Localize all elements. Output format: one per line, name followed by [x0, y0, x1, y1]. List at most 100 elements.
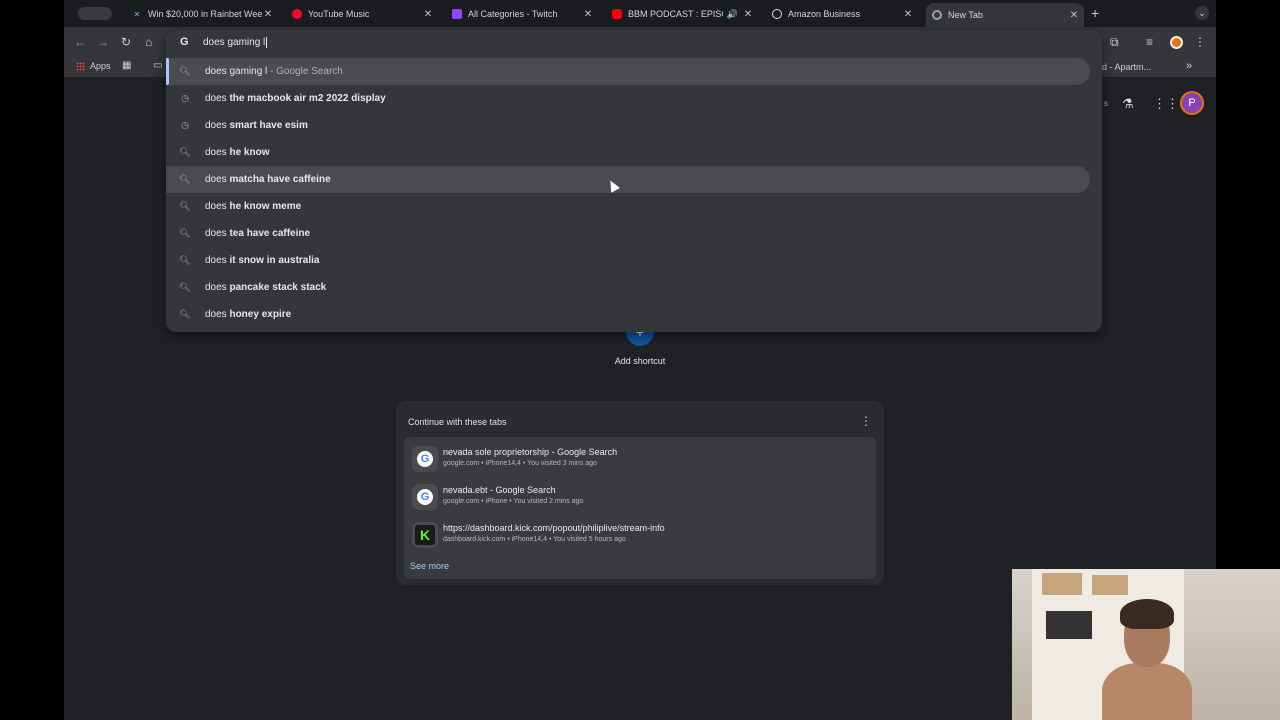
suggestion-completion: he know [229, 147, 270, 158]
forward-arrow-icon[interactable]: → [97, 35, 109, 49]
media-controls-icon[interactable]: ≡ [1146, 35, 1153, 49]
audio-playing-icon[interactable]: 🔊 [727, 9, 738, 20]
list-item-meta: dashboard.kick.com • iPhone14,4 • You vi… [443, 536, 626, 543]
search-icon: 🔍︎ [179, 147, 191, 157]
reload-icon[interactable]: ↻ [121, 35, 131, 49]
search-icon: 🔍︎ [179, 66, 191, 76]
bookmark-apps-label: Apps [90, 61, 111, 71]
apps-grid-icon [76, 61, 85, 71]
omnibox-input[interactable]: G does gaming l [166, 30, 1102, 56]
menu-kebab-icon[interactable]: ⋮ [1194, 35, 1206, 49]
bookmarks-overflow-icon[interactable]: » [1186, 60, 1192, 72]
suggestion-completion: tea have caffeine [229, 228, 311, 239]
suggestion-list: 🔍︎ does gaming l - Google Search ◷ does … [166, 58, 1102, 328]
suggestion-prefix: does [205, 309, 230, 320]
suggestion-completion: it snow in australia [229, 255, 320, 266]
omnibox-value: does gaming l [203, 37, 266, 49]
profile-icon[interactable] [1170, 36, 1183, 49]
suggestion-item[interactable]: 🔍︎ does it snow in australia [166, 247, 1102, 274]
list-item[interactable]: G nevada.ebt - Google Search google.com … [404, 479, 876, 517]
suggestion-item[interactable]: 🔍︎ does gaming l - Google Search [166, 58, 1090, 85]
search-icon: 🔍︎ [179, 228, 191, 238]
tab-title: Win $20,000 in Rainbet Week [148, 9, 262, 19]
tab-new-tab[interactable]: New Tab ✕ [926, 3, 1084, 27]
tab-rainbet[interactable]: ✕ Win $20,000 in Rainbet Week ✕ [126, 3, 278, 25]
kick-icon: K [415, 525, 435, 545]
suggestion-item[interactable]: ◷ does smart have esim [166, 112, 1102, 139]
favicon: G [412, 446, 438, 472]
chrome-icon [932, 10, 942, 20]
extensions-puzzle-icon[interactable]: ⧉ [1110, 35, 1119, 50]
list-item[interactable]: K https://dashboard.kick.com/popout/phil… [404, 517, 876, 555]
tab-bbm-podcast[interactable]: BBM PODCAST : EPISODE 🔊 ✕ [606, 3, 758, 25]
close-tab-icon[interactable]: ✕ [262, 9, 274, 20]
list-item-title: nevada sole proprietorship - Google Sear… [443, 447, 618, 457]
card-title: Continue with these tabs [408, 417, 507, 427]
search-icon: 🔍︎ [179, 174, 191, 184]
back-arrow-icon[interactable]: ← [74, 35, 86, 49]
favicon: K [412, 522, 438, 548]
webcam-person [1102, 597, 1192, 720]
home-icon[interactable]: ⌂ [145, 35, 152, 49]
avatar-letter: P [1188, 96, 1196, 109]
suggestion-item[interactable]: 🔍︎ does pancake stack stack [166, 274, 1102, 301]
suggestion-item[interactable]: 🔍︎ does matcha have caffeine [166, 166, 1090, 193]
suggestion-completion: the macbook air m2 2022 display [229, 93, 386, 104]
suggestion-completion: smart have esim [229, 120, 308, 131]
suggestion-prefix: does [205, 282, 230, 293]
tab-strip: ✕ Win $20,000 in Rainbet Week ✕ YouTube … [64, 0, 1216, 27]
suggestion-item[interactable]: ◷ does the macbook air m2 2022 display [166, 85, 1102, 112]
text-caret [266, 37, 268, 48]
suggestion-completion: matcha have caffeine [229, 174, 331, 185]
close-tab-icon[interactable]: ✕ [742, 9, 754, 20]
labs-flask-icon[interactable]: ⚗ [1122, 96, 1134, 112]
close-tab-icon[interactable]: ✕ [1068, 10, 1080, 21]
suggestion-item[interactable]: 🔍︎ does he know meme [166, 193, 1102, 220]
tab-title: Amazon Business [788, 9, 861, 19]
suggestion-prefix: does [205, 174, 230, 185]
suggestion-prefix: does [205, 255, 230, 266]
add-shortcut-label: Add shortcut [614, 356, 666, 366]
list-item-title: https://dashboard.kick.com/popout/philip… [443, 523, 665, 533]
suggestion-text: does gaming l [205, 66, 268, 77]
see-more-link[interactable]: See more [410, 561, 449, 571]
suggestion-item[interactable]: 🔍︎ does honey expire [166, 301, 1102, 328]
suggestion-item[interactable]: 🔍︎ does tea have caffeine [166, 220, 1102, 247]
tab-title: All Categories - Twitch [468, 9, 558, 19]
bookmark-apps[interactable]: Apps [76, 61, 111, 71]
google-icon: G [417, 489, 433, 505]
close-tab-icon[interactable]: ✕ [422, 9, 434, 20]
account-avatar[interactable]: P [1180, 91, 1204, 115]
tab-title: YouTube Music [308, 9, 370, 19]
suggestion-completion: honey expire [229, 309, 292, 320]
omnibox-text[interactable]: does gaming l [203, 37, 268, 49]
list-item-meta: google.com • iPhone • You visited 2 mins… [443, 498, 584, 505]
list-item-title: nevada.ebt - Google Search [443, 485, 556, 495]
tab-groups-icon[interactable]: ▦ [122, 60, 131, 71]
suggestion-suffix: - Google Search [267, 66, 343, 77]
tab-twitch[interactable]: All Categories - Twitch ✕ [446, 3, 598, 25]
close-tab-icon[interactable]: ✕ [582, 9, 594, 20]
suggestion-item[interactable]: 🔍︎ does he know [166, 139, 1102, 166]
list-item[interactable]: G nevada sole proprietorship - Google Se… [404, 441, 876, 479]
card-menu-kebab-icon[interactable]: ⋮ [860, 414, 872, 428]
tab-amazon-business[interactable]: Amazon Business ✕ [766, 3, 918, 25]
search-icon: 🔍︎ [179, 201, 191, 211]
history-clock-icon: ◷ [181, 120, 189, 130]
tab-youtube-music[interactable]: YouTube Music ✕ [286, 3, 438, 25]
tab-title: BBM PODCAST : EPISODE [628, 9, 723, 19]
folder-icon[interactable]: ▭ [153, 60, 162, 71]
new-tab-button[interactable]: + [1091, 5, 1099, 21]
window-controls[interactable] [78, 7, 112, 20]
card-list: G nevada sole proprietorship - Google Se… [404, 437, 876, 579]
history-clock-icon: ◷ [181, 93, 189, 103]
bookmark-item-apartments[interactable]: d - Apartm... [1102, 62, 1151, 72]
webcam-box [1092, 575, 1128, 595]
favicon: G [412, 484, 438, 510]
close-tab-icon[interactable]: ✕ [902, 9, 914, 20]
omnibox-dropdown: G does gaming l 🔍︎ does gaming l - Googl… [166, 30, 1102, 332]
suggestion-completion: he know meme [229, 201, 302, 212]
tab-search-chevron-icon[interactable]: ⌄ [1195, 6, 1209, 20]
webcam-person-hair [1120, 599, 1174, 629]
youtube-music-icon [292, 9, 302, 19]
